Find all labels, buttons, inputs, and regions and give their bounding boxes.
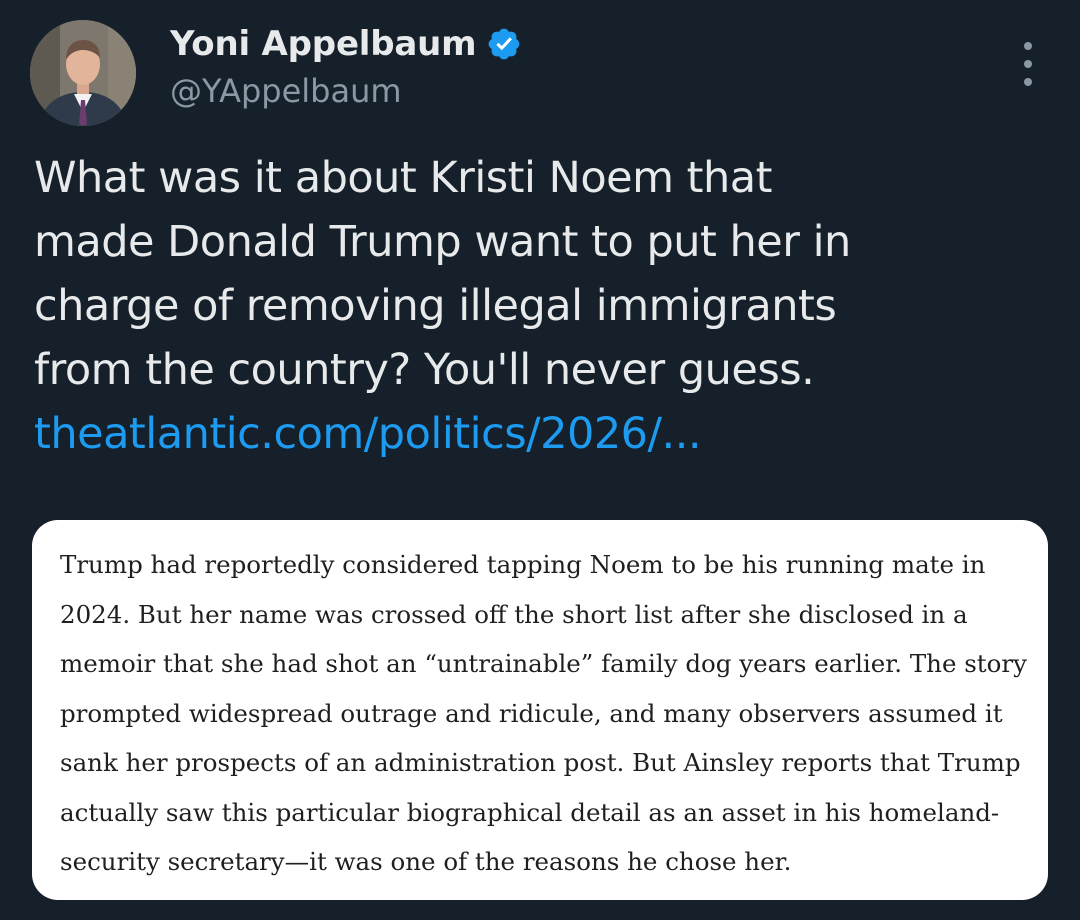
tweet: Yoni Appelbaum @YAppelbaum What was it a… [0, 0, 1080, 920]
tweet-link[interactable]: theatlantic.com/politics/2026/... [34, 402, 1044, 466]
more-dot [1024, 42, 1032, 50]
excerpt-line: security secretary—it was one of the rea… [60, 847, 792, 876]
tweet-text-line: charge of removing illegal immigrants [34, 281, 837, 331]
author-handle[interactable]: @YAppelbaum [170, 72, 522, 110]
excerpt-line: memoir that she had shot an “untrainable… [60, 649, 1027, 678]
tweet-text-line: made Donald Trump want to put her in [34, 217, 851, 267]
tweet-text-line: What was it about Kristi Noem that [34, 153, 772, 203]
verified-badge-icon[interactable] [486, 26, 522, 62]
article-excerpt: Trump had reportedly considered tapping … [60, 540, 1040, 887]
person-photo-avatar-icon [30, 20, 136, 126]
more-dot [1024, 60, 1032, 68]
tweet-text: What was it about Kristi Noem that made … [34, 146, 1044, 466]
name-row: Yoni Appelbaum [170, 20, 522, 68]
excerpt-line: sank her prospects of an administration … [60, 748, 1021, 777]
more-vertical-icon[interactable] [1016, 42, 1040, 86]
author-display-name[interactable]: Yoni Appelbaum [170, 24, 477, 64]
media-image-card[interactable]: Trump had reportedly considered tapping … [32, 520, 1048, 900]
excerpt-line: Trump had reportedly considered tapping … [60, 550, 986, 579]
excerpt-line: 2024. But her name was crossed off the s… [60, 599, 968, 629]
tweet-text-line: from the country? You'll never guess. [34, 345, 815, 395]
excerpt-line: actually saw this particular biographica… [60, 797, 1000, 827]
excerpt-line: prompted widespread outrage and ridicule… [60, 698, 1003, 728]
more-dot [1024, 78, 1032, 86]
author-avatar[interactable] [30, 20, 136, 126]
author-info: Yoni Appelbaum @YAppelbaum [170, 20, 522, 110]
